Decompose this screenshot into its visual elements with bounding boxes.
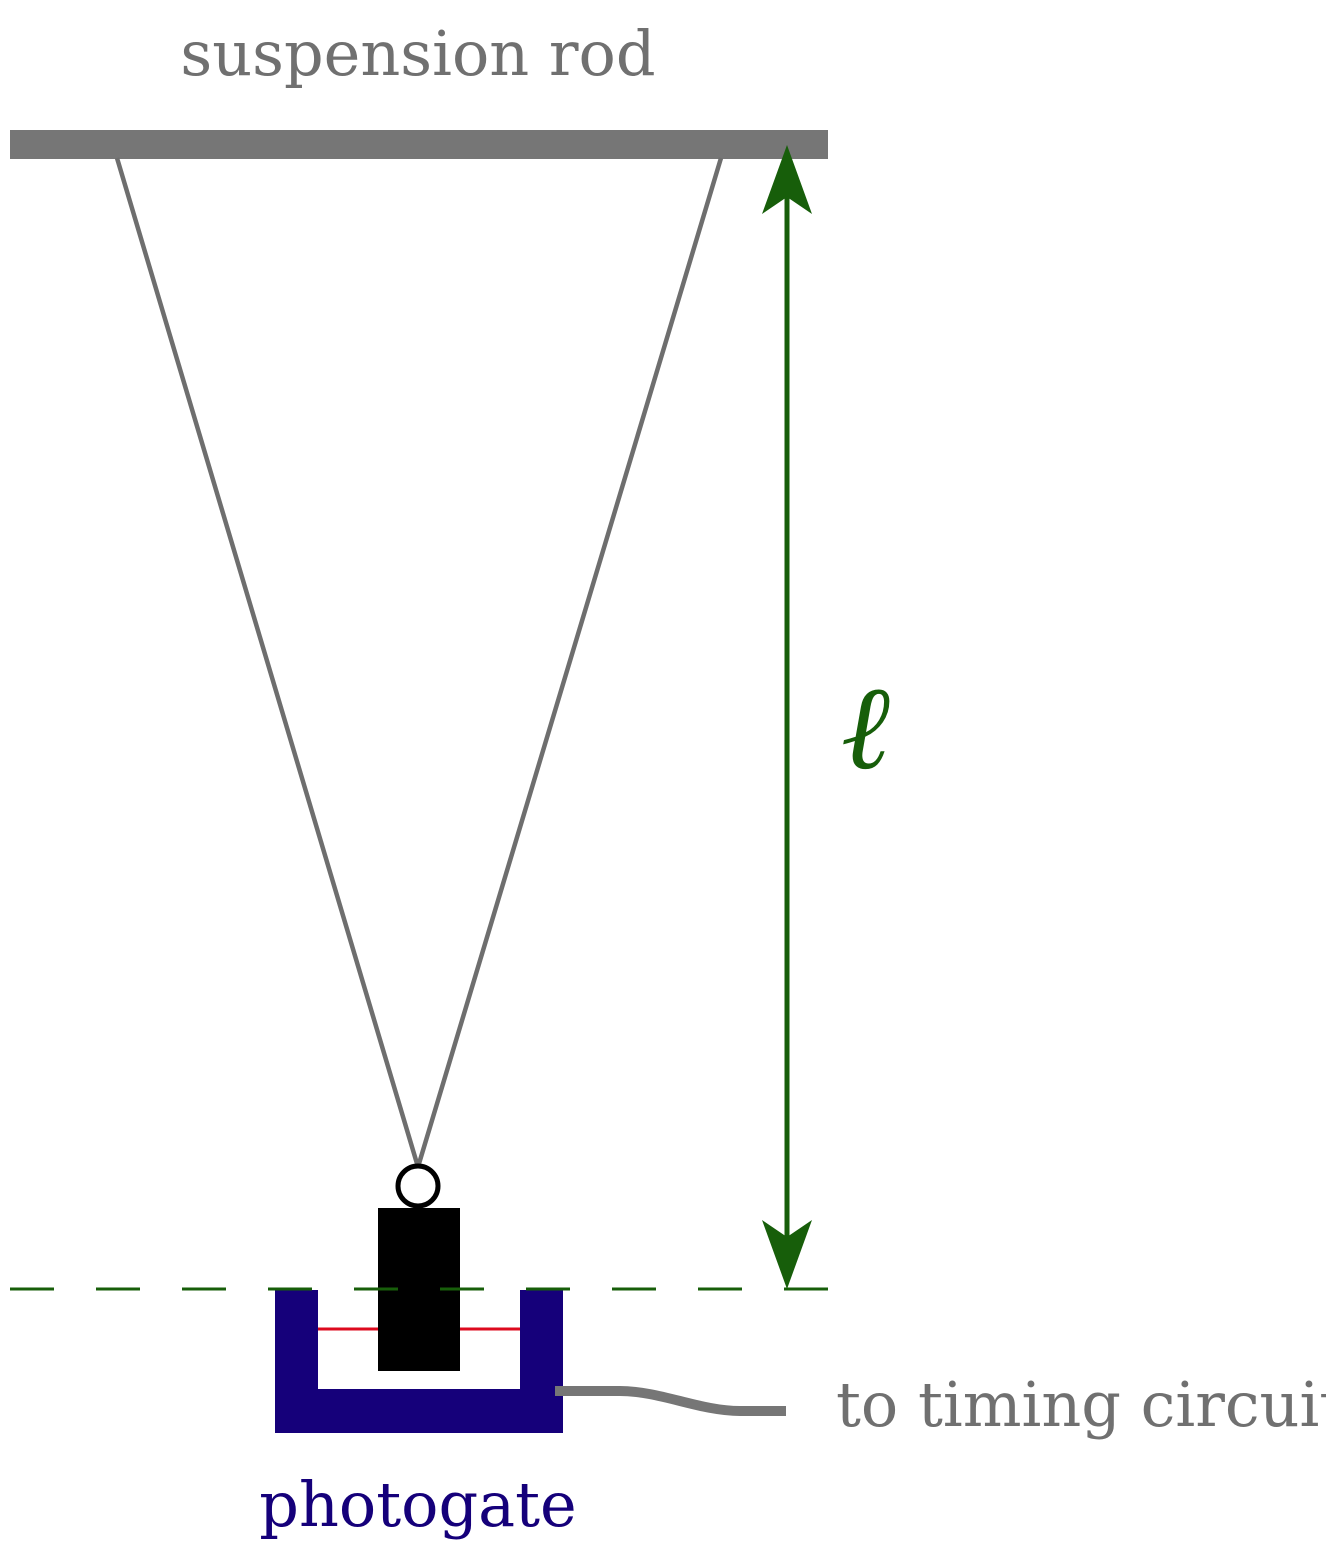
photogate-label: photogate — [259, 1468, 576, 1541]
timing-circuit-label: to timing circuit — [836, 1368, 1326, 1441]
left-string — [114, 157, 421, 1168]
suspension-rod-label: suspension rod — [180, 17, 655, 90]
length-symbol: ℓ — [843, 657, 893, 796]
timing-cable — [555, 1386, 786, 1416]
suspension-rod — [10, 130, 828, 159]
hook-ring — [395, 1163, 441, 1209]
pendulum-photogate-diagram: suspension rod ℓ to timing circuit photo… — [10, 17, 1326, 1541]
right-string — [415, 157, 724, 1168]
